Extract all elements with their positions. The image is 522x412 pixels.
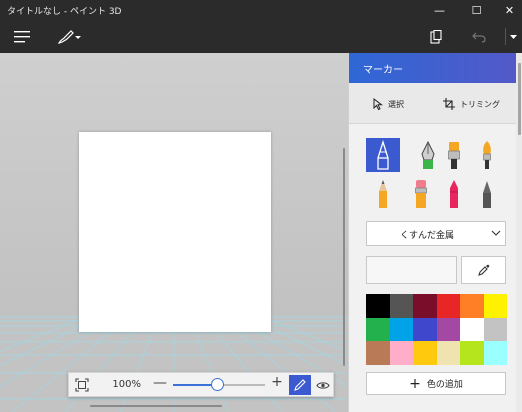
select-label: 選択: [388, 99, 404, 109]
color-swatch[interactable]: [483, 341, 507, 365]
cursor-icon: [373, 98, 383, 110]
panel-title: マーカー: [363, 65, 403, 76]
color-swatch[interactable]: [366, 341, 390, 365]
crayon-icon: [450, 180, 458, 208]
color-swatch[interactable]: [460, 294, 484, 318]
crop-button[interactable]: トリミング: [443, 95, 500, 113]
plus-icon: +: [409, 375, 421, 392]
tool-pixel-pen[interactable]: [470, 177, 504, 211]
panel-header: マーカー: [349, 53, 517, 83]
color-swatch[interactable]: [413, 317, 437, 342]
chevron-down-icon: [510, 34, 517, 39]
tool-crayon[interactable]: [437, 177, 471, 211]
color-swatch[interactable]: [460, 341, 484, 365]
color-swatch[interactable]: [436, 341, 460, 365]
color-swatch[interactable]: [366, 317, 390, 342]
tool-panel: マーカー 選択 トリミング くすんだ金属 + 色の追加: [348, 53, 517, 412]
zoom-out-button[interactable]: —: [153, 375, 167, 391]
color-swatch[interactable]: [483, 317, 507, 342]
color-swatch[interactable]: [389, 341, 413, 365]
oil-brush-icon: [448, 142, 460, 169]
watercolor-brush-icon: [483, 141, 491, 169]
minimize-button[interactable]: —: [423, 0, 456, 20]
menu-button[interactable]: [10, 24, 34, 49]
tool-pencil[interactable]: [366, 177, 400, 211]
eyedropper-button[interactable]: [461, 256, 506, 284]
add-color-button[interactable]: + 色の追加: [366, 372, 506, 395]
eraser-icon: [415, 180, 427, 208]
horizontal-scrollbar[interactable]: [90, 405, 222, 407]
tool-oil-brush[interactable]: [437, 138, 471, 172]
color-swatch[interactable]: [389, 317, 413, 342]
pen-icon: [294, 379, 306, 391]
drawing-canvas[interactable]: [79, 132, 271, 332]
color-swatch[interactable]: [460, 317, 484, 342]
panel-scrollbar[interactable]: [516, 53, 522, 412]
undo-button[interactable]: [468, 24, 490, 49]
crop-icon: [443, 98, 455, 110]
top-toolbar: [0, 20, 522, 53]
pen-mode-button[interactable]: [289, 375, 311, 395]
undo-icon: [472, 32, 486, 43]
color-swatch[interactable]: [413, 294, 437, 318]
selection-actions: 選択 トリミング: [349, 83, 517, 124]
more-options-button[interactable]: [507, 24, 520, 49]
tool-watercolor[interactable]: [470, 138, 504, 172]
brush-icon: [57, 29, 81, 44]
paste-button[interactable]: [426, 24, 446, 49]
panel-scrollbar-thumb[interactable]: [518, 63, 521, 135]
maximize-button[interactable]: ☐: [460, 0, 493, 20]
color-swatch[interactable]: [436, 317, 460, 342]
material-dropdown[interactable]: くすんだ金属: [366, 221, 506, 246]
material-value: くすんだ金属: [399, 231, 454, 241]
color-palette: [366, 294, 507, 365]
eyedropper-icon: [477, 264, 489, 276]
workspace[interactable]: 100% — +: [0, 53, 348, 412]
zoom-percentage: 100%: [112, 379, 141, 390]
color-swatch[interactable]: [413, 341, 437, 365]
close-button[interactable]: ✕: [493, 0, 522, 20]
tool-eraser[interactable]: [404, 177, 438, 211]
brushes-button[interactable]: [55, 24, 83, 49]
zoom-slider[interactable]: [173, 378, 265, 391]
toolbar-separator: [505, 28, 506, 45]
clipboard-icon: [430, 29, 442, 44]
fit-to-window-icon[interactable]: [75, 378, 89, 392]
window-title: タイトルなし - ペイント 3D: [7, 7, 122, 17]
zoom-slider-thumb[interactable]: [210, 378, 224, 391]
tool-marker[interactable]: [366, 138, 400, 172]
view-mode-button[interactable]: [315, 377, 331, 393]
color-swatch[interactable]: [389, 294, 413, 318]
marker-icon: [377, 140, 389, 170]
title-bar: タイトルなし - ペイント 3D — ☐ ✕: [0, 0, 522, 20]
color-swatch[interactable]: [366, 294, 390, 318]
zoom-bar: 100% — +: [68, 372, 334, 397]
color-swatch[interactable]: [483, 294, 507, 318]
vertical-scrollbar[interactable]: [343, 148, 345, 366]
crop-label: トリミング: [460, 99, 500, 109]
add-color-label: 色の追加: [426, 380, 463, 390]
hamburger-menu-icon: [14, 30, 30, 42]
calligraphy-pen-icon: [421, 140, 435, 169]
chevron-down-icon: [491, 230, 501, 236]
zoom-in-button[interactable]: +: [271, 374, 283, 390]
current-color-swatch[interactable]: [366, 256, 457, 284]
pixel-pen-icon: [483, 181, 491, 208]
color-swatch[interactable]: [436, 294, 460, 318]
eye-icon: [316, 381, 330, 389]
select-button[interactable]: 選択: [373, 95, 404, 113]
pencil-icon: [379, 180, 387, 208]
